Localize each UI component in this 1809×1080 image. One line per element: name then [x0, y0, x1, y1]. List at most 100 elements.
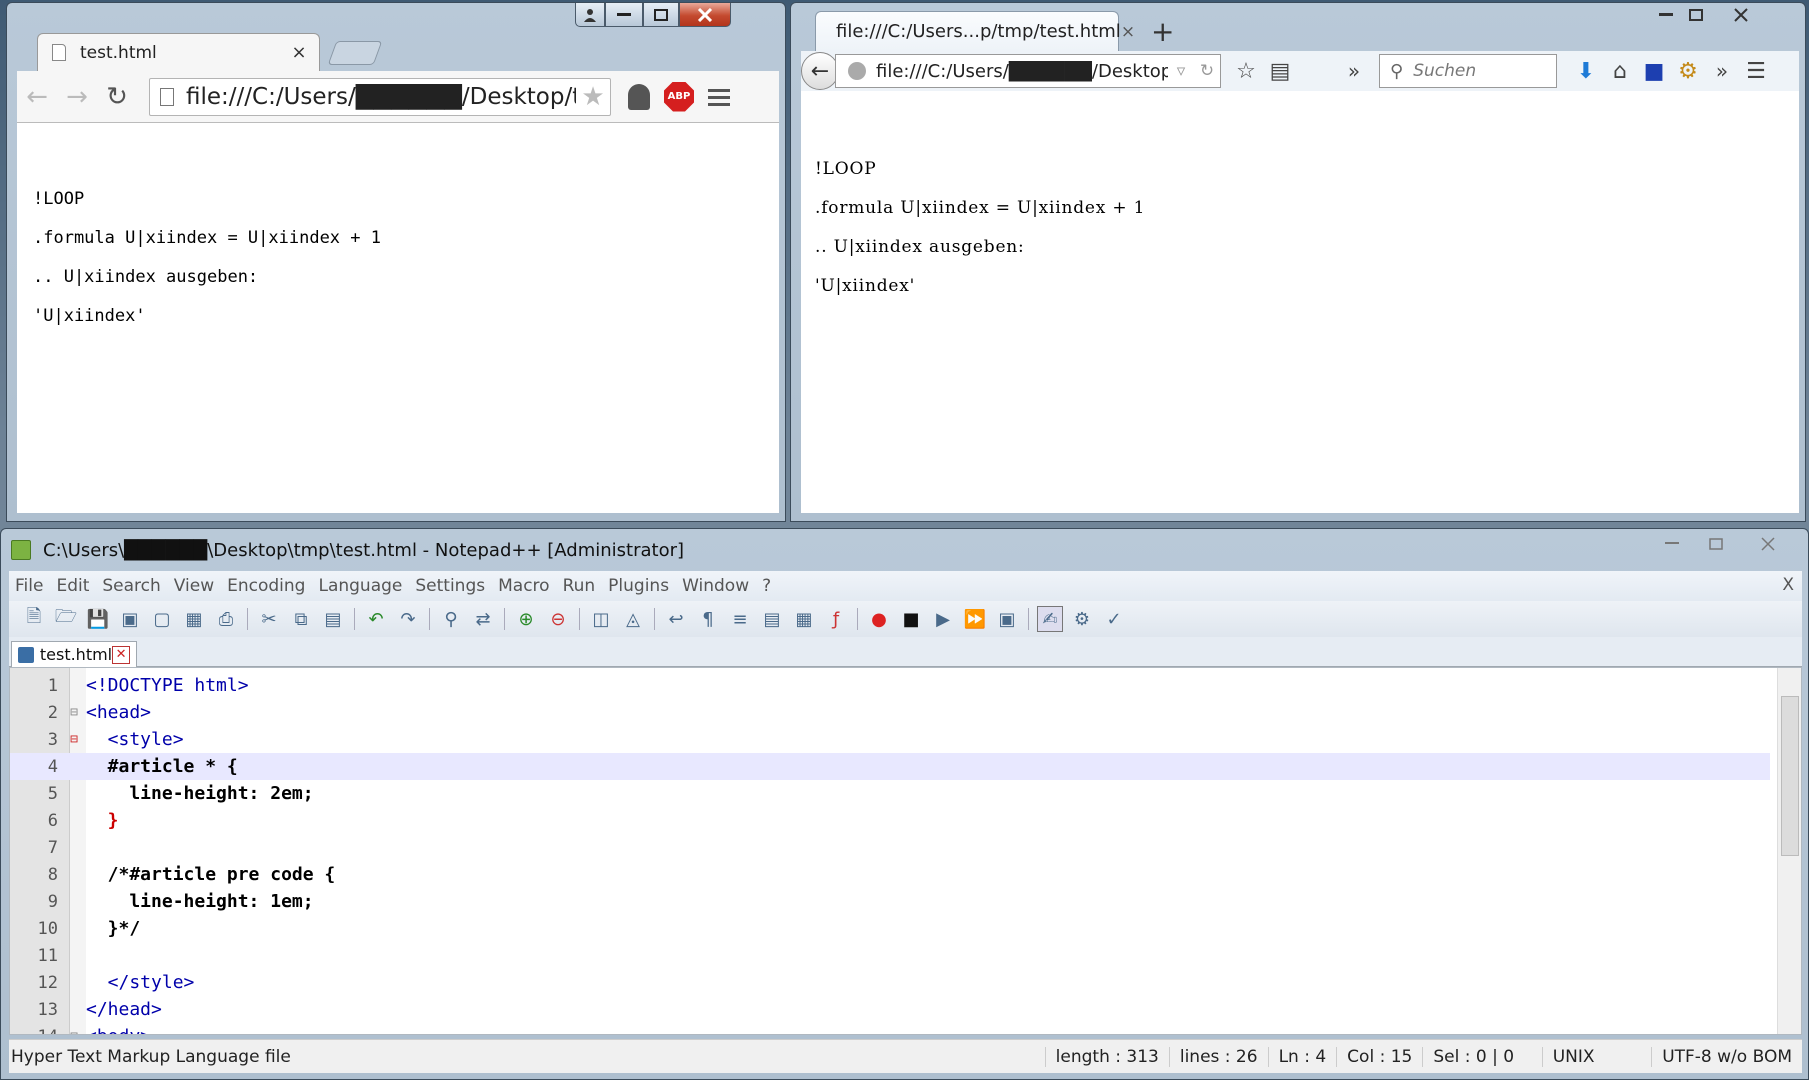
close-document-button[interactable]: X: [1782, 575, 1794, 595]
extension-icon[interactable]: ⚙: [1671, 59, 1705, 84]
cut-icon[interactable]: ✂: [256, 606, 282, 632]
adblock-icon[interactable]: ■: [1637, 59, 1671, 84]
user-language-icon[interactable]: ▤: [759, 606, 785, 632]
firefox-tab-test-html[interactable]: file:///C:/Users...p/tmp/test.html ×: [815, 11, 1135, 51]
chrome-new-tab-button[interactable]: [327, 41, 383, 65]
back-arrow-icon[interactable]: ←: [17, 77, 57, 117]
bookmark-star-icon[interactable]: ☆: [1229, 59, 1263, 84]
save-macro-icon[interactable]: ▣: [994, 606, 1020, 632]
maximize-button[interactable]: [1681, 3, 1711, 27]
redo-icon[interactable]: ↷: [395, 606, 421, 632]
dropdown-arrow-icon[interactable]: ▿: [1168, 61, 1194, 81]
back-arrow-icon[interactable]: ←: [801, 52, 839, 90]
code-editor[interactable]: 1 <!DOCTYPE html> 2 ⊟ <head> 3 ⊟ <style>…: [9, 667, 1802, 1035]
undo-icon[interactable]: ↶: [363, 606, 389, 632]
function-list-icon[interactable]: ƒ: [823, 606, 849, 632]
firefox-tab-close-icon[interactable]: ×: [1121, 22, 1135, 42]
download-icon[interactable]: ⬇: [1569, 59, 1603, 84]
spell-check-settings-icon[interactable]: ⚙: [1069, 606, 1095, 632]
menu-settings[interactable]: Settings: [415, 576, 485, 596]
toolbar-separator: [1028, 608, 1029, 630]
zoom-out-icon[interactable]: ⊖: [545, 606, 571, 632]
sync-vertical-icon[interactable]: ◫: [588, 606, 614, 632]
notepadpp-statusbar: Hyper Text Markup Language file length :…: [9, 1039, 1802, 1073]
close-all-icon[interactable]: ▦: [181, 606, 207, 632]
spell-check-icon[interactable]: ✍: [1037, 606, 1063, 632]
page-icon: [52, 44, 66, 61]
reload-icon[interactable]: ↻: [97, 77, 137, 117]
hamburger-menu-icon[interactable]: ☰: [1739, 59, 1773, 84]
home-icon[interactable]: ⌂: [1603, 59, 1637, 84]
chrome-tab-close-icon[interactable]: ×: [287, 42, 311, 63]
print-icon[interactable]: ⎙: [213, 606, 239, 632]
menu-language[interactable]: Language: [318, 576, 402, 596]
toolbar-separator: [504, 608, 505, 630]
close-button[interactable]: [1738, 529, 1798, 559]
chrome-page-content: !LOOP .formula U|xiindex = U|xiindex + 1…: [17, 123, 779, 513]
menu-edit[interactable]: Edit: [56, 576, 89, 596]
code-lines: 1 <!DOCTYPE html> 2 ⊟ <head> 3 ⊟ <style>…: [10, 672, 1770, 1034]
reading-list-icon[interactable]: ▤: [1263, 59, 1297, 84]
status-eol[interactable]: UNIX: [1541, 1046, 1651, 1067]
notepadpp-tabbar: test.html ✕: [9, 637, 1802, 667]
play-macro-icon[interactable]: ▶: [930, 606, 956, 632]
menu-run[interactable]: Run: [563, 576, 596, 596]
save-all-icon[interactable]: ▣: [117, 606, 143, 632]
status-encoding[interactable]: UTF-8 w/o BOM: [1651, 1046, 1802, 1067]
replace-icon[interactable]: ⇄: [470, 606, 496, 632]
ghostery-extension-button[interactable]: [619, 77, 659, 117]
chrome-tab-test-html[interactable]: test.html ×: [37, 33, 320, 71]
find-icon[interactable]: ⚲: [438, 606, 464, 632]
vertical-scrollbar[interactable]: [1777, 668, 1801, 1034]
tab-close-icon[interactable]: ✕: [112, 645, 130, 664]
zoom-in-icon[interactable]: ⊕: [513, 606, 539, 632]
reload-icon[interactable]: ↻: [1194, 61, 1220, 81]
maximize-button[interactable]: [1694, 529, 1738, 559]
content-line: 'U|xiindex': [33, 306, 146, 326]
minimize-button[interactable]: [1650, 529, 1694, 559]
copy-icon[interactable]: ⧉: [288, 606, 314, 632]
record-macro-icon[interactable]: ●: [866, 606, 892, 632]
toolbar-overflow-icon[interactable]: »: [1705, 59, 1739, 83]
firefox-new-tab-button[interactable]: +: [1151, 15, 1174, 48]
scrollbar-thumb[interactable]: [1781, 696, 1799, 856]
minimize-icon: [1665, 542, 1679, 544]
menu-window[interactable]: Window: [682, 576, 749, 596]
paste-icon[interactable]: ▤: [320, 606, 346, 632]
close-icon: [1761, 537, 1775, 551]
close-button[interactable]: [1711, 3, 1771, 27]
bookmark-star-icon[interactable]: ★: [576, 82, 610, 112]
menu-plugins[interactable]: Plugins: [608, 576, 669, 596]
forward-arrow-icon[interactable]: →: [57, 77, 97, 117]
status-length: length : 313: [1044, 1046, 1169, 1067]
fold-minus-icon[interactable]: ⊟: [62, 705, 86, 720]
firefox-search-box[interactable]: ⚲ Suchen: [1379, 54, 1557, 88]
sync-horizontal-icon[interactable]: ◬: [620, 606, 646, 632]
chrome-menu-button[interactable]: [699, 77, 739, 117]
chrome-address-bar[interactable]: file:///C:/Users/██████/Desktop/tmp ★: [149, 77, 611, 116]
new-file-icon[interactable]: 🗎: [21, 606, 47, 632]
menu-encoding[interactable]: Encoding: [227, 576, 305, 596]
spell-check-auto-icon[interactable]: ✓: [1101, 606, 1127, 632]
adblock-extension-button[interactable]: ABP: [659, 77, 699, 117]
menu-file[interactable]: File: [15, 576, 43, 596]
document-map-icon[interactable]: ▦: [791, 606, 817, 632]
menu-macro[interactable]: Macro: [498, 576, 549, 596]
stop-macro-icon[interactable]: ■: [898, 606, 924, 632]
open-file-icon[interactable]: 🗁: [53, 606, 79, 632]
word-wrap-icon[interactable]: ↩: [663, 606, 689, 632]
save-icon[interactable]: 💾: [85, 606, 111, 632]
toolbar-overflow-icon[interactable]: »: [1337, 59, 1371, 83]
close-file-icon[interactable]: ▢: [149, 606, 175, 632]
firefox-address-bar[interactable]: file:///C:/Users/██████/Desktop/tm ▿ ↻: [835, 54, 1221, 88]
fold-minus-icon[interactable]: ⊟: [62, 732, 86, 747]
menu-search[interactable]: Search: [102, 576, 160, 596]
notepadpp-tab-test-html[interactable]: test.html ✕: [11, 641, 137, 667]
minimize-button[interactable]: [1651, 3, 1681, 27]
menu-help[interactable]: ?: [762, 576, 771, 596]
fold-minus-icon[interactable]: ⊟: [62, 1029, 86, 1034]
run-macro-multiple-icon[interactable]: ⏩: [962, 606, 988, 632]
show-all-characters-icon[interactable]: ¶: [695, 606, 721, 632]
menu-view[interactable]: View: [174, 576, 214, 596]
indent-guide-icon[interactable]: ≡: [727, 606, 753, 632]
